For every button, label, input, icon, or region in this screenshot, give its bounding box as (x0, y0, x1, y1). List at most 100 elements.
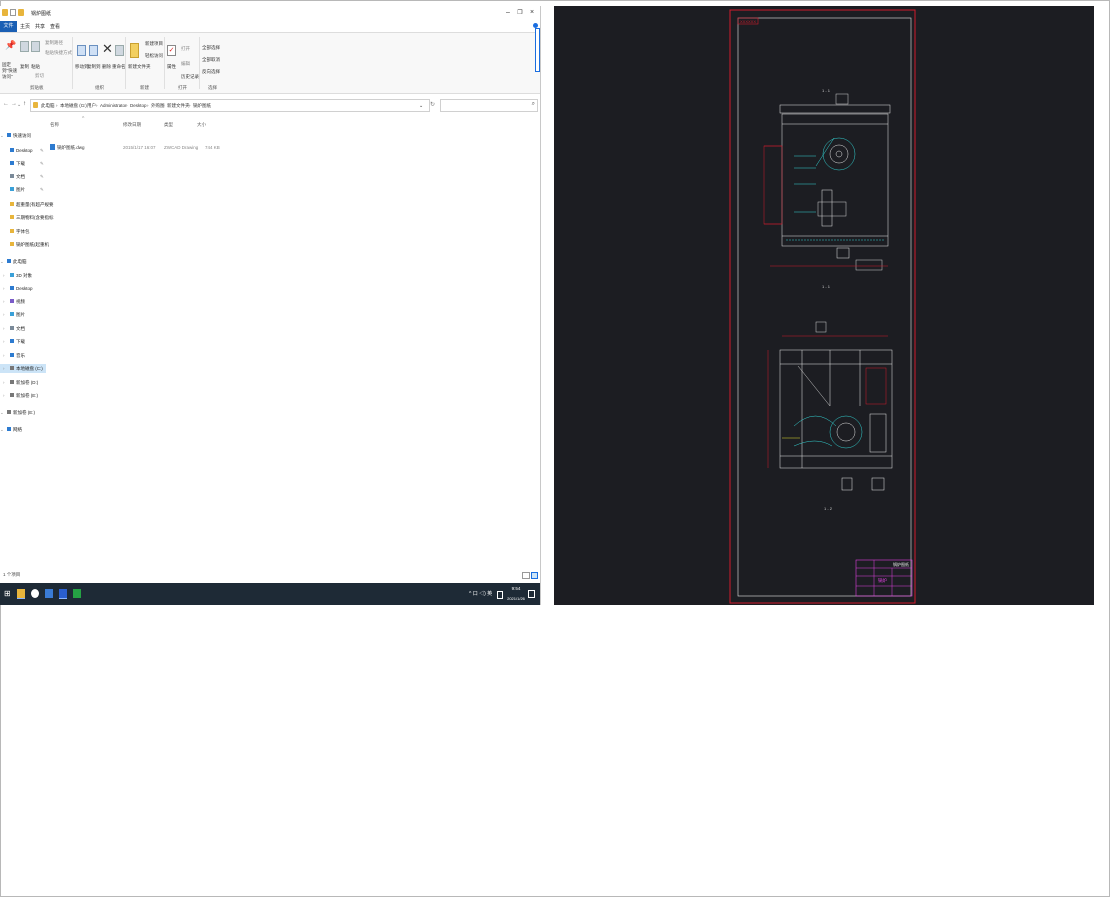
windows-start-icon[interactable]: ⊞ (4, 589, 12, 598)
breadcrumb-item[interactable]: Desktop (130, 103, 147, 108)
breadcrumb-item[interactable]: Administrator (100, 103, 127, 108)
sidebar-item[interactable]: › 视频 (0, 297, 46, 306)
chevron-icon[interactable]: ⌄ (0, 259, 4, 265)
sidebar-item[interactable]: ⌄ 网络 (0, 425, 46, 434)
clock-time[interactable]: 9:54 (508, 586, 524, 591)
column-header-modified[interactable]: 修改日期 (123, 122, 141, 128)
cad-drawing-viewer[interactable]: XXXXXX 1 - 1 1 - 1 1 - 2 锅炉图纸 锅炉 (554, 6, 1094, 605)
copy-path-button[interactable]: 复制路径 (45, 40, 63, 46)
chevron-down-icon[interactable]: ⌄ (17, 102, 21, 108)
history-button[interactable]: 历史记录 (181, 74, 199, 80)
sidebar-item[interactable]: 锅炉图纸(起重机 (0, 240, 49, 249)
keyboard-icon[interactable] (497, 591, 503, 599)
chevron-icon[interactable]: › (3, 380, 5, 385)
file-explorer-taskbar-icon[interactable] (17, 589, 25, 599)
clock-date[interactable]: 2021/1/26 (505, 596, 527, 601)
chevron-icon[interactable]: › (3, 299, 5, 304)
document-taskbar-icon[interactable] (45, 589, 53, 598)
paste-shortcut-button[interactable]: 粘贴快捷方式 (45, 50, 72, 56)
search-input[interactable]: ⌕ (440, 99, 538, 112)
system-tray[interactable]: ^ 口 ◁) 英 (469, 590, 492, 597)
cut-button[interactable]: 剪切 (35, 73, 44, 79)
ribbon-scrollbar[interactable] (534, 22, 540, 72)
breadcrumb-item[interactable]: 新建文件夹 (167, 103, 190, 109)
spreadsheet-taskbar-icon[interactable] (73, 589, 81, 598)
sidebar-item[interactable]: 三期物料(含要指标 (0, 213, 54, 222)
up-arrow-icon[interactable]: ↑ (23, 101, 26, 107)
sidebar-item[interactable]: › 本地磁盘 (C:) (0, 364, 46, 373)
new-item-button[interactable]: 新建项目 (145, 41, 163, 47)
sidebar-item[interactable]: ⌄ 快速访问 (0, 131, 46, 140)
sidebar-item[interactable]: 字体包 (0, 227, 46, 236)
chevron-icon[interactable]: › (3, 273, 5, 278)
chevron-icon[interactable]: › (3, 353, 5, 358)
open-button[interactable]: 打开 (181, 46, 190, 52)
chevron-icon[interactable]: › (3, 393, 5, 398)
sidebar-item[interactable]: 图片 ✎ (0, 185, 46, 194)
copy-to-button[interactable]: 复制到 (87, 64, 101, 70)
delete-button[interactable]: 删除 (102, 64, 111, 70)
sidebar-item[interactable]: ⌄ 此电脑 (0, 257, 46, 266)
invert-selection-button[interactable]: 反向选择 (202, 69, 220, 75)
sidebar-item[interactable]: › 新加卷 (D:) (0, 378, 46, 387)
sidebar-item[interactable]: › 音乐 (0, 351, 46, 360)
column-header-type[interactable]: 类型 (164, 122, 173, 128)
sidebar-item[interactable]: › 图片 (0, 310, 46, 319)
chevron-icon[interactable]: › (3, 339, 5, 344)
cad-taskbar-icon[interactable] (59, 589, 67, 599)
pin-quick-access-button[interactable]: 固定到"快速访问" (2, 62, 18, 80)
select-none-button[interactable]: 全部取消 (202, 57, 220, 63)
restore-button[interactable]: ❐ (514, 8, 526, 18)
sidebar-item[interactable]: › 3D 对象 (0, 271, 46, 280)
table-row[interactable]: 锅炉图纸.dwg 2015/1/17 16:07 ZWCAD Drawing 7… (48, 142, 248, 152)
large-icons-view-icon[interactable] (531, 572, 538, 579)
refresh-icon[interactable]: ↻ (430, 101, 435, 108)
minimize-button[interactable]: – (502, 8, 514, 18)
back-arrow-icon[interactable]: ← (3, 101, 9, 107)
easy-access-button[interactable]: 轻松访问 (145, 53, 163, 59)
sidebar-item[interactable]: 文档 ✎ (0, 172, 46, 181)
chevron-icon[interactable]: ⌄ (0, 133, 4, 139)
close-button[interactable]: × (526, 8, 538, 18)
chevron-icon[interactable]: › (3, 286, 5, 291)
paste-button[interactable]: 粘贴 (31, 64, 40, 70)
document-icon (10, 326, 14, 330)
sidebar-item[interactable]: › 下载 (0, 337, 46, 346)
details-view-icon[interactable] (522, 572, 530, 579)
tab-home[interactable]: 主页 (20, 23, 30, 30)
column-header-name[interactable]: 名称 (50, 122, 59, 128)
select-all-button[interactable]: 全部选择 (202, 45, 220, 51)
tab-view[interactable]: 查看 (50, 23, 60, 30)
chevron-icon[interactable]: › (3, 326, 5, 331)
properties-icon[interactable] (10, 9, 16, 16)
chevron-icon[interactable]: › (3, 366, 5, 371)
chevron-icon[interactable]: ⌄ (0, 410, 4, 416)
new-folder-icon[interactable] (18, 9, 24, 16)
rename-button[interactable]: 重命名 (112, 64, 126, 70)
breadcrumb-item[interactable]: 用户 (87, 103, 96, 109)
browser-taskbar-icon[interactable] (31, 589, 39, 598)
copy-button[interactable]: 复制 (20, 64, 29, 70)
sidebar-item[interactable]: 超重量(有超产规要 (0, 200, 54, 209)
breadcrumb-item[interactable]: 此电脑 (41, 103, 55, 109)
sidebar-item[interactable]: ⌄ 新加卷 (E:) (0, 408, 46, 417)
sidebar-item[interactable]: 下载 ✎ (0, 159, 46, 168)
sidebar-item[interactable]: › 文档 (0, 324, 46, 333)
notification-icon[interactable] (528, 590, 535, 598)
tab-share[interactable]: 共享 (35, 23, 45, 30)
sidebar-item[interactable]: › 新加卷 (E:) (0, 391, 46, 400)
chevron-icon[interactable]: › (3, 312, 5, 317)
file-name[interactable]: 锅炉图纸.dwg (57, 145, 85, 151)
sidebar-item[interactable]: Desktop ✎ (0, 146, 46, 155)
chevron-icon[interactable]: ⌄ (0, 427, 4, 433)
column-header-size[interactable]: 大小 (197, 122, 206, 128)
breadcrumb-item[interactable]: 锅炉图纸 (193, 103, 211, 109)
edit-button[interactable]: 编辑 (181, 61, 190, 67)
tab-file[interactable]: 文件 (0, 21, 17, 32)
pin-icon: ✎ (40, 148, 44, 153)
properties-button[interactable]: 属性 (167, 64, 176, 70)
chevron-down-icon[interactable]: ⌄ (419, 103, 423, 109)
sidebar-item[interactable]: › Desktop (0, 284, 46, 293)
address-input[interactable]: 此电脑 › 本地磁盘 (C:) › 用户 › Administrator › D… (30, 99, 430, 112)
new-folder-button[interactable]: 新建文件夹 (128, 64, 151, 70)
